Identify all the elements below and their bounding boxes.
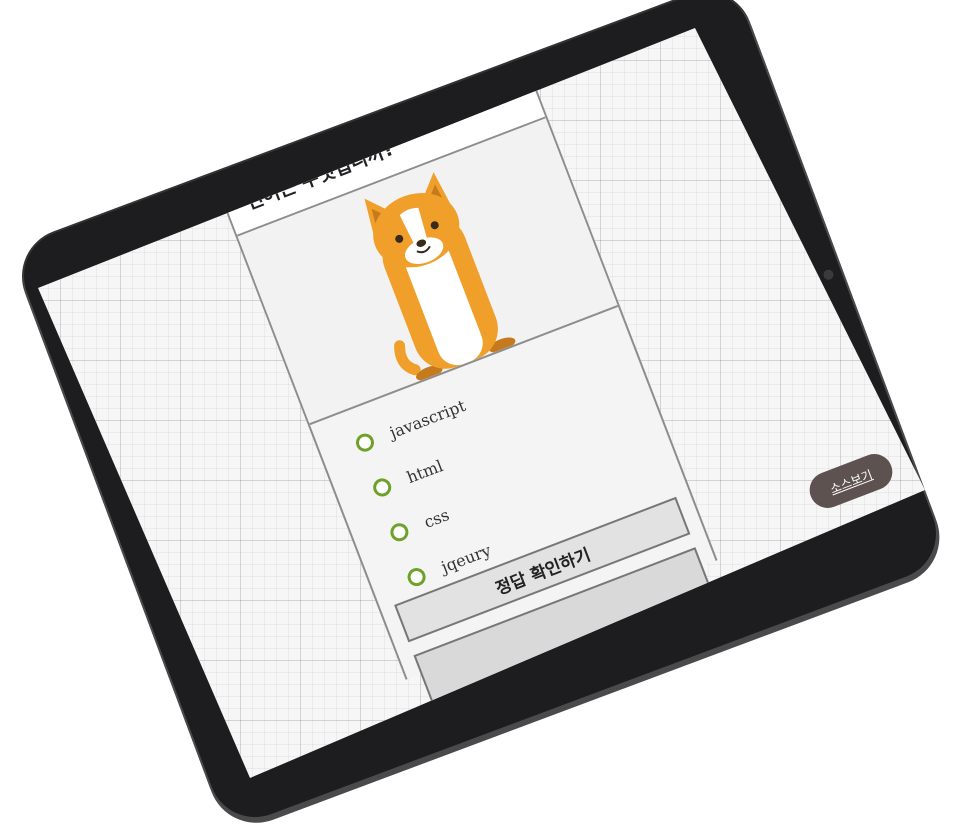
radio-button[interactable] <box>404 565 429 589</box>
radio-button[interactable] <box>370 475 394 500</box>
answer-label: html <box>403 455 446 487</box>
radio-button[interactable] <box>387 520 412 544</box>
camera-icon <box>822 268 835 282</box>
radio-button[interactable] <box>353 431 377 455</box>
quiz-card: 1. 객체 기반의 스크립트 프로그래밍 언어는 무엇입니까? <box>205 37 721 721</box>
answer-label: css <box>421 504 452 532</box>
